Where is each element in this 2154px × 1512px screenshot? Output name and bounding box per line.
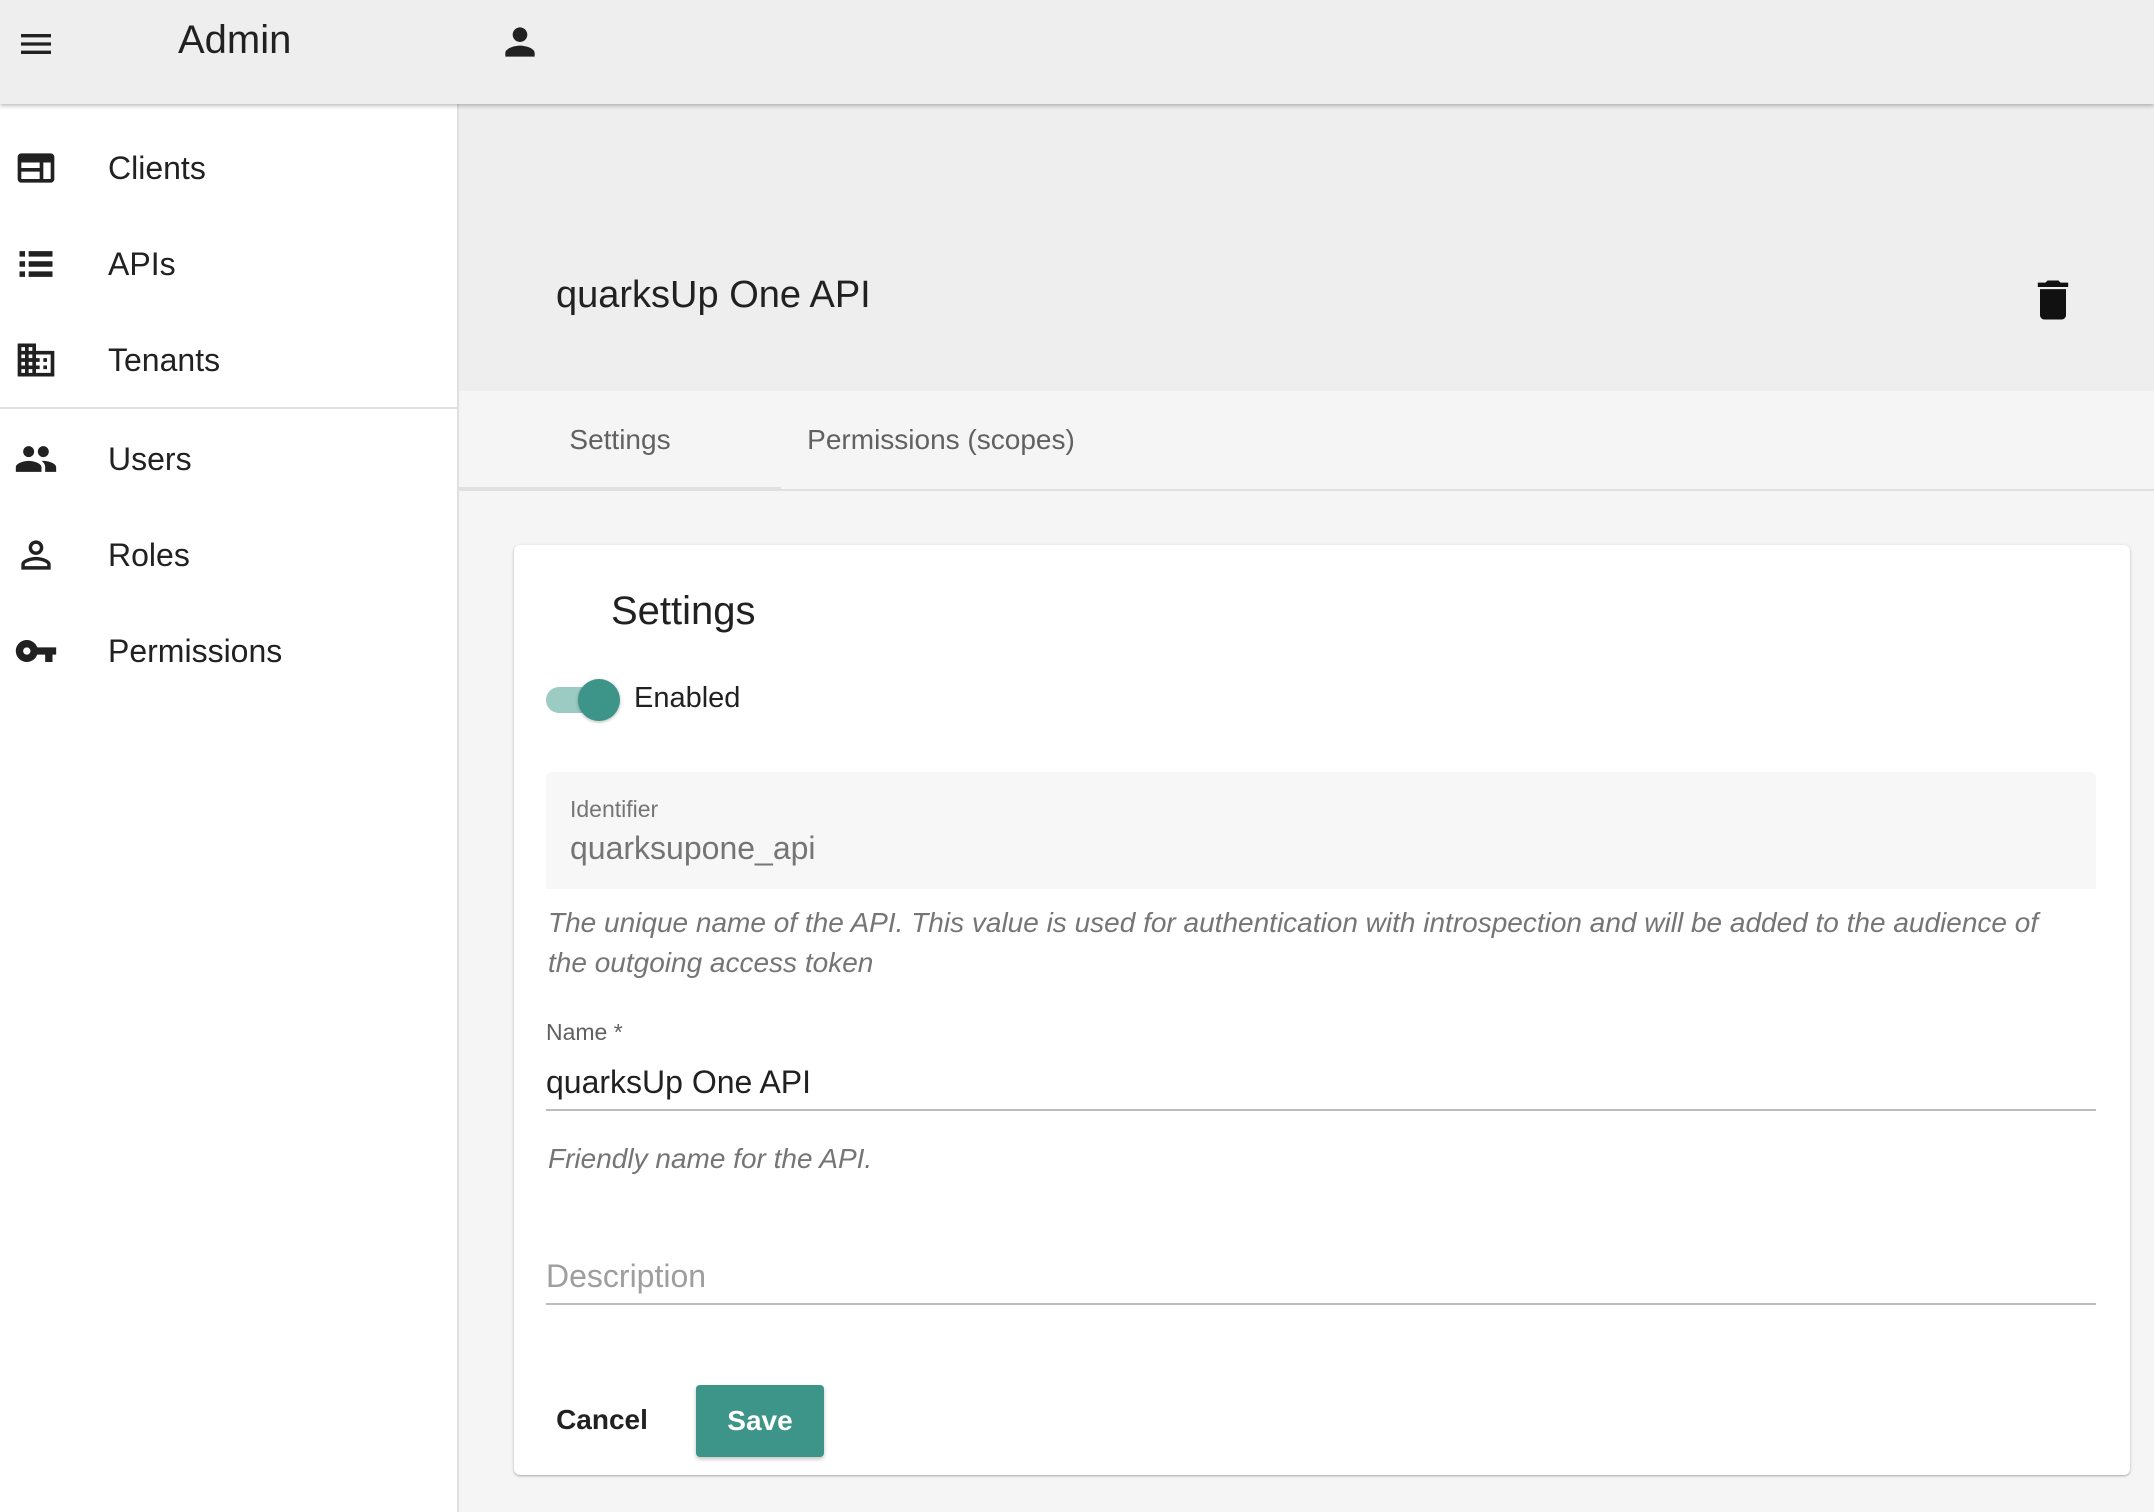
page-title: quarksUp One API xyxy=(556,274,871,316)
toggle-thumb xyxy=(578,679,620,721)
sidebar-divider xyxy=(0,407,457,409)
tab-bar: Settings Permissions (scopes) xyxy=(459,391,2154,491)
settings-card: Settings Enabled Identifier quarksupone_… xyxy=(514,545,2130,1475)
web-window-icon xyxy=(14,146,58,190)
cancel-button[interactable]: Cancel xyxy=(546,1385,658,1455)
sidebar: Clients APIs Tenants Users Roles Permiss… xyxy=(0,104,459,1512)
menu-icon[interactable] xyxy=(16,24,56,64)
tab-settings[interactable]: Settings xyxy=(459,391,781,491)
sidebar-item-permissions[interactable]: Permissions xyxy=(0,603,457,699)
enabled-toggle[interactable] xyxy=(546,679,620,721)
sidebar-item-label: APIs xyxy=(108,245,176,282)
identifier-label: Identifier xyxy=(570,796,659,822)
sidebar-item-label: Permissions xyxy=(108,632,283,669)
key-icon xyxy=(14,629,58,673)
app-title: Admin xyxy=(178,18,292,62)
sidebar-item-apis[interactable]: APIs xyxy=(0,216,457,312)
description-field[interactable] xyxy=(546,1249,2096,1305)
sidebar-item-label: Clients xyxy=(108,149,206,186)
card-title: Settings xyxy=(611,589,756,633)
sidebar-item-label: Users xyxy=(108,440,192,477)
building-icon xyxy=(14,338,58,382)
people-icon xyxy=(14,437,58,481)
sidebar-item-label: Tenants xyxy=(108,341,221,378)
page-header: quarksUp One API xyxy=(459,104,2154,391)
enabled-label: Enabled xyxy=(634,682,741,714)
sidebar-item-clients[interactable]: Clients xyxy=(0,120,457,216)
name-label: Name * xyxy=(546,1019,623,1045)
delete-icon[interactable] xyxy=(2027,274,2079,326)
tab-permissions-scopes[interactable]: Permissions (scopes) xyxy=(781,391,1101,489)
list-icon xyxy=(14,242,58,286)
identifier-field: Identifier quarksupone_api xyxy=(546,772,2096,889)
main-content: quarksUp One API Settings Permissions (s… xyxy=(459,104,2154,1512)
sidebar-item-label: Roles xyxy=(108,536,190,573)
identifier-value: quarksupone_api xyxy=(570,830,816,866)
name-helper: Friendly name for the API. xyxy=(548,1143,873,1174)
sidebar-item-roles[interactable]: Roles xyxy=(0,507,457,603)
person-outline-icon xyxy=(14,533,58,577)
sidebar-item-tenants[interactable]: Tenants xyxy=(0,312,457,408)
identifier-helper-line1: The unique name of the API. This value i… xyxy=(548,907,2039,938)
save-button[interactable]: Save xyxy=(696,1385,824,1457)
app-bar: Admin xyxy=(0,0,2154,104)
sidebar-item-users[interactable]: Users xyxy=(0,411,457,507)
name-field[interactable] xyxy=(546,1055,2096,1111)
account-icon[interactable] xyxy=(498,20,542,64)
identifier-helper-line2: the outgoing access token xyxy=(548,947,874,978)
